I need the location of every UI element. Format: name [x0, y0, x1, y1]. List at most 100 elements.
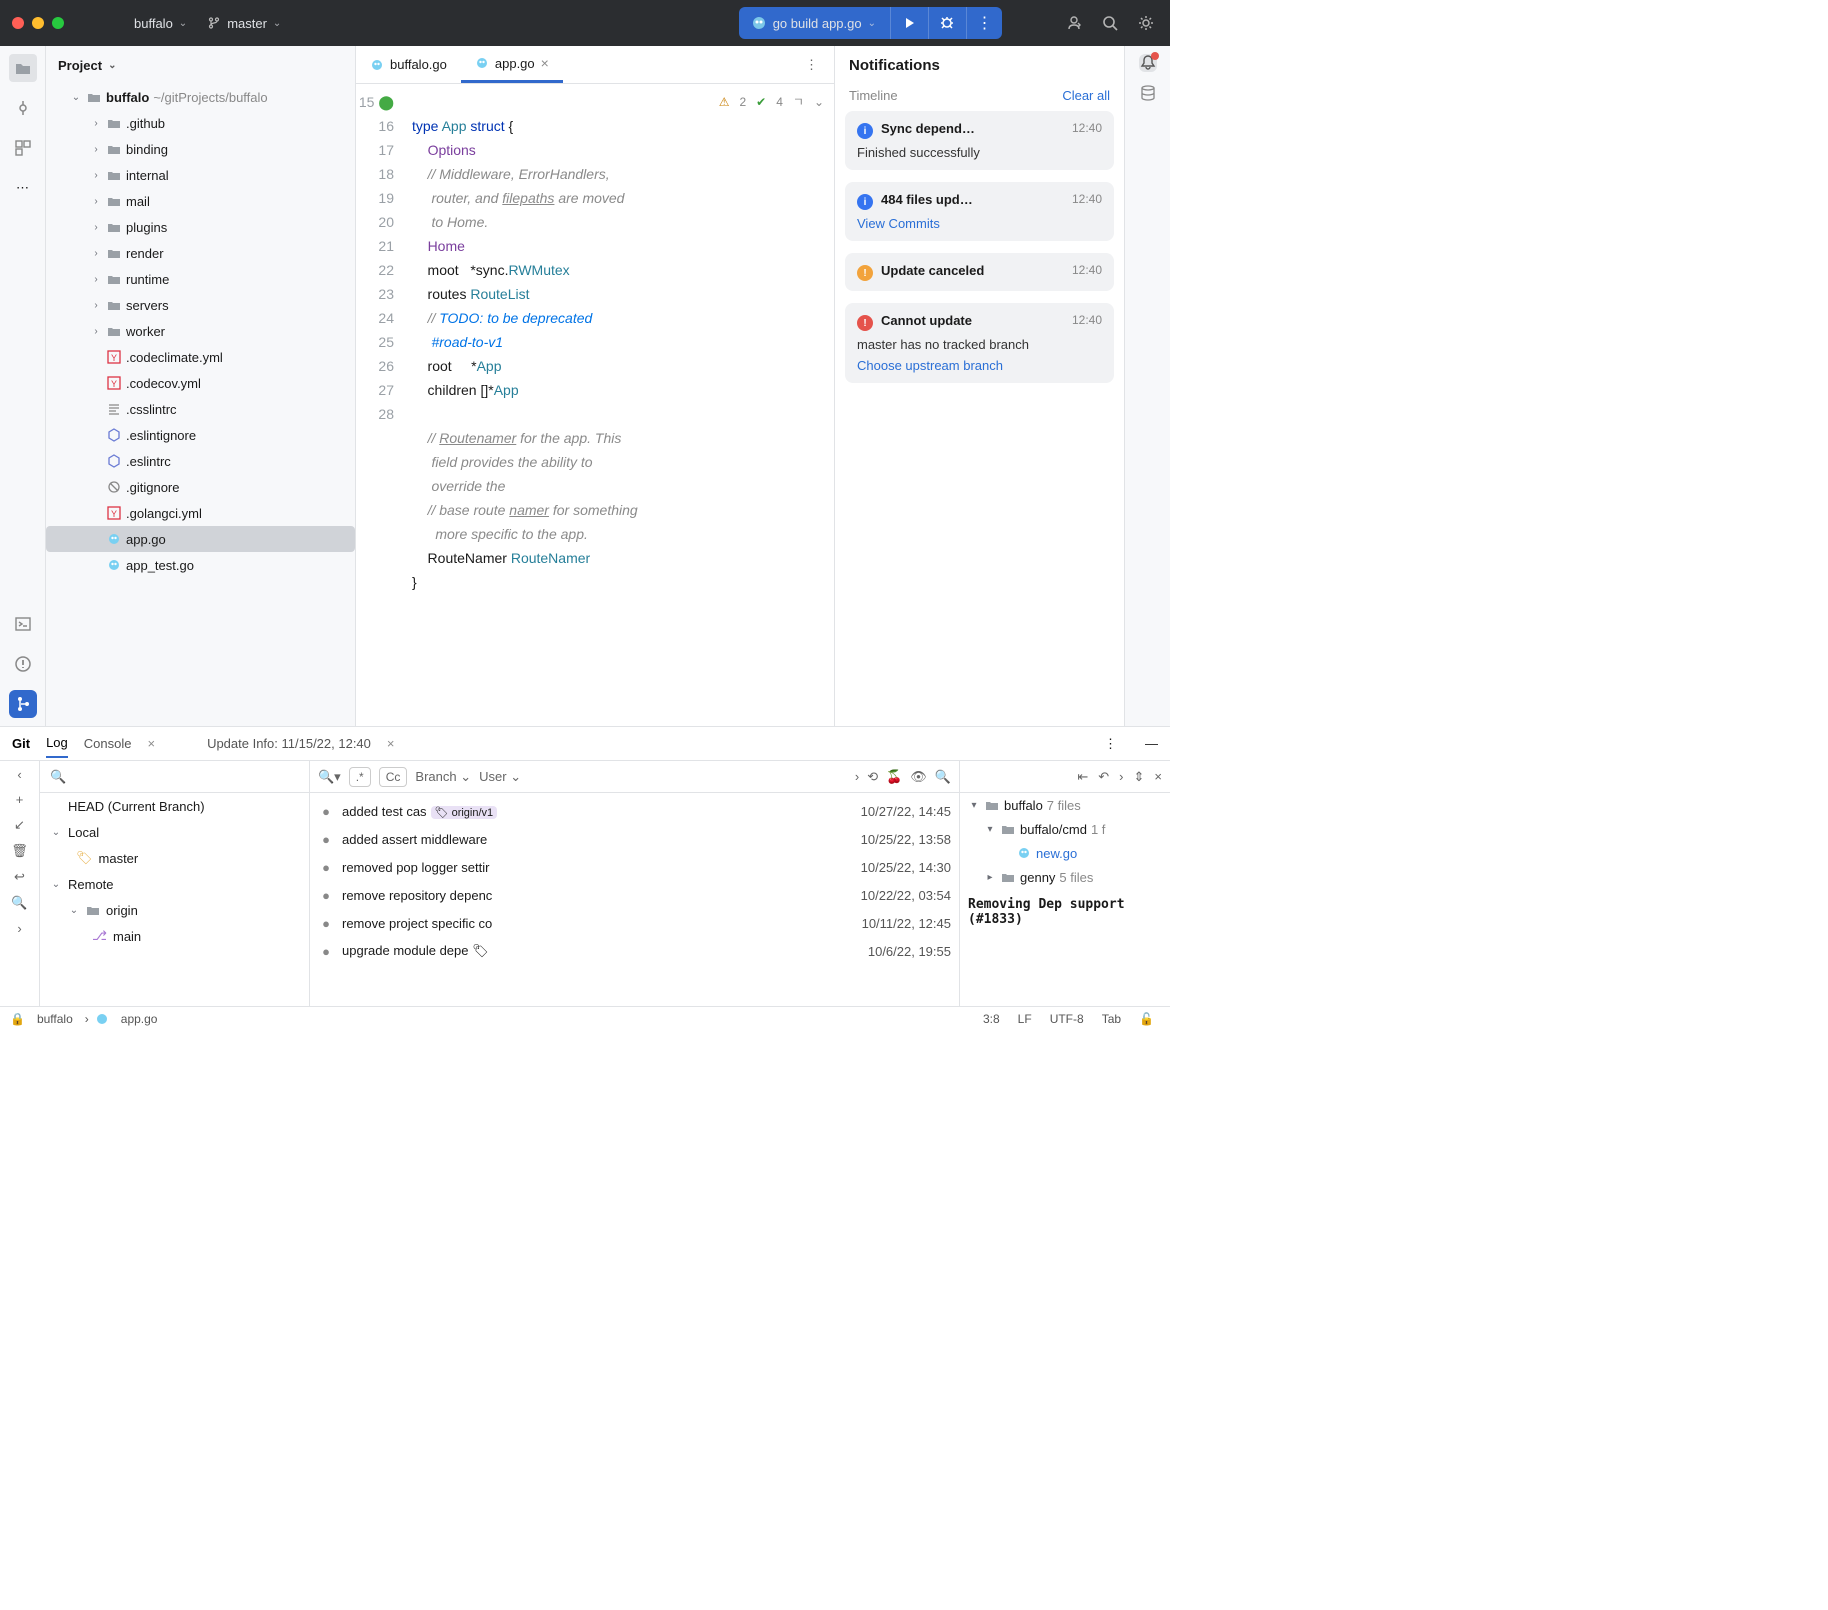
- debug-button[interactable]: [928, 7, 964, 39]
- tree-file[interactable]: Y.golangci.yml: [46, 500, 355, 526]
- code-editor[interactable]: 15 ⬤16171819202122232425262728 type App …: [356, 84, 834, 726]
- diff-tree-item[interactable]: ▸genny 5 files: [960, 865, 1170, 889]
- settings-icon[interactable]: [1134, 11, 1158, 35]
- console-tab[interactable]: Console: [84, 730, 132, 757]
- diff-tree-item[interactable]: ▾buffalo 7 files: [960, 793, 1170, 817]
- inspection-widget[interactable]: ⚠2 ✔4 ㄱ ⌄: [719, 90, 824, 114]
- more-run-button[interactable]: ⋮: [966, 7, 1002, 39]
- origin-group[interactable]: ⌄origin: [40, 897, 309, 923]
- commit-row[interactable]: ●added assert middleware10/25/22, 13:58: [310, 825, 959, 853]
- delete-icon[interactable]: 🗑: [11, 843, 28, 859]
- commit-row[interactable]: ●remove repository depenc10/22/22, 03:54: [310, 881, 959, 909]
- search-icon[interactable]: 🔍: [11, 895, 27, 911]
- close-tab-icon[interactable]: ×: [387, 736, 395, 751]
- add-icon[interactable]: +: [16, 792, 24, 807]
- tree-folder[interactable]: ›plugins: [46, 214, 355, 240]
- structure-tool-icon[interactable]: [9, 134, 37, 162]
- terminal-tool-icon[interactable]: [9, 610, 37, 638]
- window-controls[interactable]: [12, 17, 64, 29]
- sync-icon[interactable]: ↩: [14, 869, 25, 885]
- run-config-selector[interactable]: go build app.go ⌄: [739, 7, 888, 39]
- forward-icon[interactable]: ›: [17, 921, 21, 936]
- find-icon[interactable]: 🔍: [935, 769, 951, 785]
- notification-action-link[interactable]: Choose upstream branch: [857, 358, 1102, 373]
- diff-tree-item[interactable]: new.go: [960, 841, 1170, 865]
- tree-root[interactable]: ⌄ buffalo ~/gitProjects/buffalo: [46, 84, 355, 110]
- tree-folder[interactable]: ›render: [46, 240, 355, 266]
- search-icon[interactable]: [1098, 11, 1122, 35]
- breadcrumb-lock-icon[interactable]: 🔒: [10, 1012, 25, 1026]
- problems-tool-icon[interactable]: [9, 650, 37, 678]
- tree-file[interactable]: .eslintignore: [46, 422, 355, 448]
- project-tool-icon[interactable]: [9, 54, 37, 82]
- undo-icon[interactable]: ↶: [1098, 769, 1109, 785]
- minimize-window[interactable]: [32, 17, 44, 29]
- tree-folder[interactable]: ›internal: [46, 162, 355, 188]
- notification-card[interactable]: !Cannot update12:40master has no tracked…: [845, 303, 1114, 383]
- editor-tab[interactable]: buffalo.go: [356, 46, 461, 83]
- case-filter[interactable]: Cc: [379, 767, 408, 787]
- collapse-icon[interactable]: ⇤: [1077, 769, 1088, 785]
- checkout-icon[interactable]: ↙: [14, 817, 25, 833]
- branch-filter[interactable]: Branch ⌄: [415, 769, 471, 785]
- prev-highlight-icon[interactable]: ㄱ: [793, 90, 804, 114]
- notification-card[interactable]: iSync depend…12:40Finished successfully: [845, 111, 1114, 170]
- tree-file[interactable]: .gitignore: [46, 474, 355, 500]
- commit-row[interactable]: ●remove project specific co10/11/22, 12:…: [310, 909, 959, 937]
- close-icon[interactable]: ×: [1154, 769, 1162, 784]
- head-branch[interactable]: HEAD (Current Branch): [40, 793, 309, 819]
- panel-options-icon[interactable]: ⋮: [1104, 736, 1117, 752]
- search-icon[interactable]: 🔍▾: [318, 769, 341, 785]
- remote-group[interactable]: ⌄Remote: [40, 871, 309, 897]
- tab-options-icon[interactable]: ⋮: [797, 57, 826, 73]
- close-window[interactable]: [12, 17, 24, 29]
- notification-card[interactable]: i484 files upd…12:40View Commits: [845, 182, 1114, 241]
- tree-file[interactable]: app.go: [46, 526, 355, 552]
- tree-file[interactable]: Y.codecov.yml: [46, 370, 355, 396]
- tree-file[interactable]: .csslintrc: [46, 396, 355, 422]
- next-highlight-icon[interactable]: ⌄: [814, 90, 824, 114]
- tree-folder[interactable]: ›.github: [46, 110, 355, 136]
- back-icon[interactable]: ‹: [17, 767, 21, 782]
- file-encoding[interactable]: UTF-8: [1044, 1012, 1090, 1026]
- tree-file[interactable]: .eslintrc: [46, 448, 355, 474]
- eye-icon[interactable]: 👁: [910, 769, 927, 785]
- close-tab-icon[interactable]: ×: [147, 736, 155, 751]
- branch-main[interactable]: ⎇main: [40, 923, 309, 949]
- hide-panel-icon[interactable]: —: [1145, 736, 1158, 751]
- cherry-pick-icon[interactable]: 🍒: [886, 769, 902, 785]
- readonly-icon[interactable]: 🔓: [1133, 1012, 1160, 1026]
- vcs-tool-icon[interactable]: [9, 690, 37, 718]
- update-info-tab[interactable]: Update Info: 11/15/22, 12:40: [207, 730, 371, 757]
- user-filter[interactable]: User ⌄: [479, 769, 521, 785]
- editor-tab[interactable]: app.go×: [461, 46, 563, 83]
- close-tab-icon[interactable]: ×: [541, 55, 549, 71]
- breadcrumb-root[interactable]: buffalo: [31, 1012, 79, 1026]
- branch-search[interactable]: 🔍: [40, 761, 309, 793]
- branch-selector[interactable]: master ⌄: [197, 12, 291, 35]
- commit-row[interactable]: ●upgrade module depe 🏷10/6/22, 19:55: [310, 937, 959, 965]
- tree-folder[interactable]: ›worker: [46, 318, 355, 344]
- tree-file[interactable]: Y.codeclimate.yml: [46, 344, 355, 370]
- diff-tree-item[interactable]: ▾buffalo/cmd 1 f: [960, 817, 1170, 841]
- tree-folder[interactable]: ›binding: [46, 136, 355, 162]
- next-icon[interactable]: ›: [1119, 769, 1123, 784]
- tree-folder[interactable]: ›runtime: [46, 266, 355, 292]
- log-tab[interactable]: Log: [46, 729, 68, 758]
- go-to-icon[interactable]: ›: [855, 769, 859, 784]
- tree-file[interactable]: app_test.go: [46, 552, 355, 578]
- tree-folder[interactable]: ›mail: [46, 188, 355, 214]
- caret-position[interactable]: 3:8: [977, 1012, 1006, 1026]
- chevron-down-icon[interactable]: ⌄: [108, 60, 116, 71]
- code-content[interactable]: type App struct { Options // Middleware,…: [404, 84, 834, 726]
- git-tab[interactable]: Git: [12, 730, 30, 757]
- line-separator[interactable]: LF: [1012, 1012, 1038, 1026]
- breadcrumb-file[interactable]: app.go: [115, 1012, 164, 1026]
- expand-icon[interactable]: ⇕: [1134, 769, 1145, 785]
- refresh-icon[interactable]: ⟲: [867, 769, 878, 785]
- project-tree[interactable]: ⌄ buffalo ~/gitProjects/buffalo ›.github…: [46, 84, 355, 726]
- commit-row[interactable]: ●added test cas🏷 origin/v110/27/22, 14:4…: [310, 797, 959, 825]
- run-button[interactable]: [890, 7, 926, 39]
- clear-all-link[interactable]: Clear all: [1062, 88, 1110, 103]
- regex-filter[interactable]: .*: [349, 767, 371, 787]
